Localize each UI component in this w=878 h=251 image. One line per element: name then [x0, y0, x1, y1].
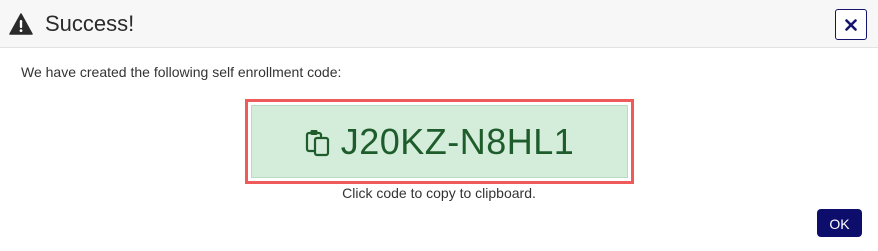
close-icon: [845, 18, 857, 31]
enrollment-code-button[interactable]: J20KZ-N8HL1: [245, 99, 634, 184]
enrollment-code-area[interactable]: J20KZ-N8HL1: [251, 105, 628, 178]
ok-button[interactable]: OK: [817, 209, 862, 237]
dialog-header: Success!: [0, 0, 878, 48]
dialog-message: We have created the following self enrol…: [21, 64, 342, 80]
clipboard-icon: [305, 129, 329, 156]
enrollment-code[interactable]: J20KZ-N8HL1: [341, 121, 575, 162]
dialog-title: Success!: [45, 11, 135, 36]
success-dialog: Success! We have created the following s…: [0, 0, 878, 251]
warning-triangle-icon: [9, 13, 33, 35]
copy-hint: Click code to copy to clipboard.: [342, 185, 536, 201]
close-button[interactable]: [835, 9, 867, 40]
